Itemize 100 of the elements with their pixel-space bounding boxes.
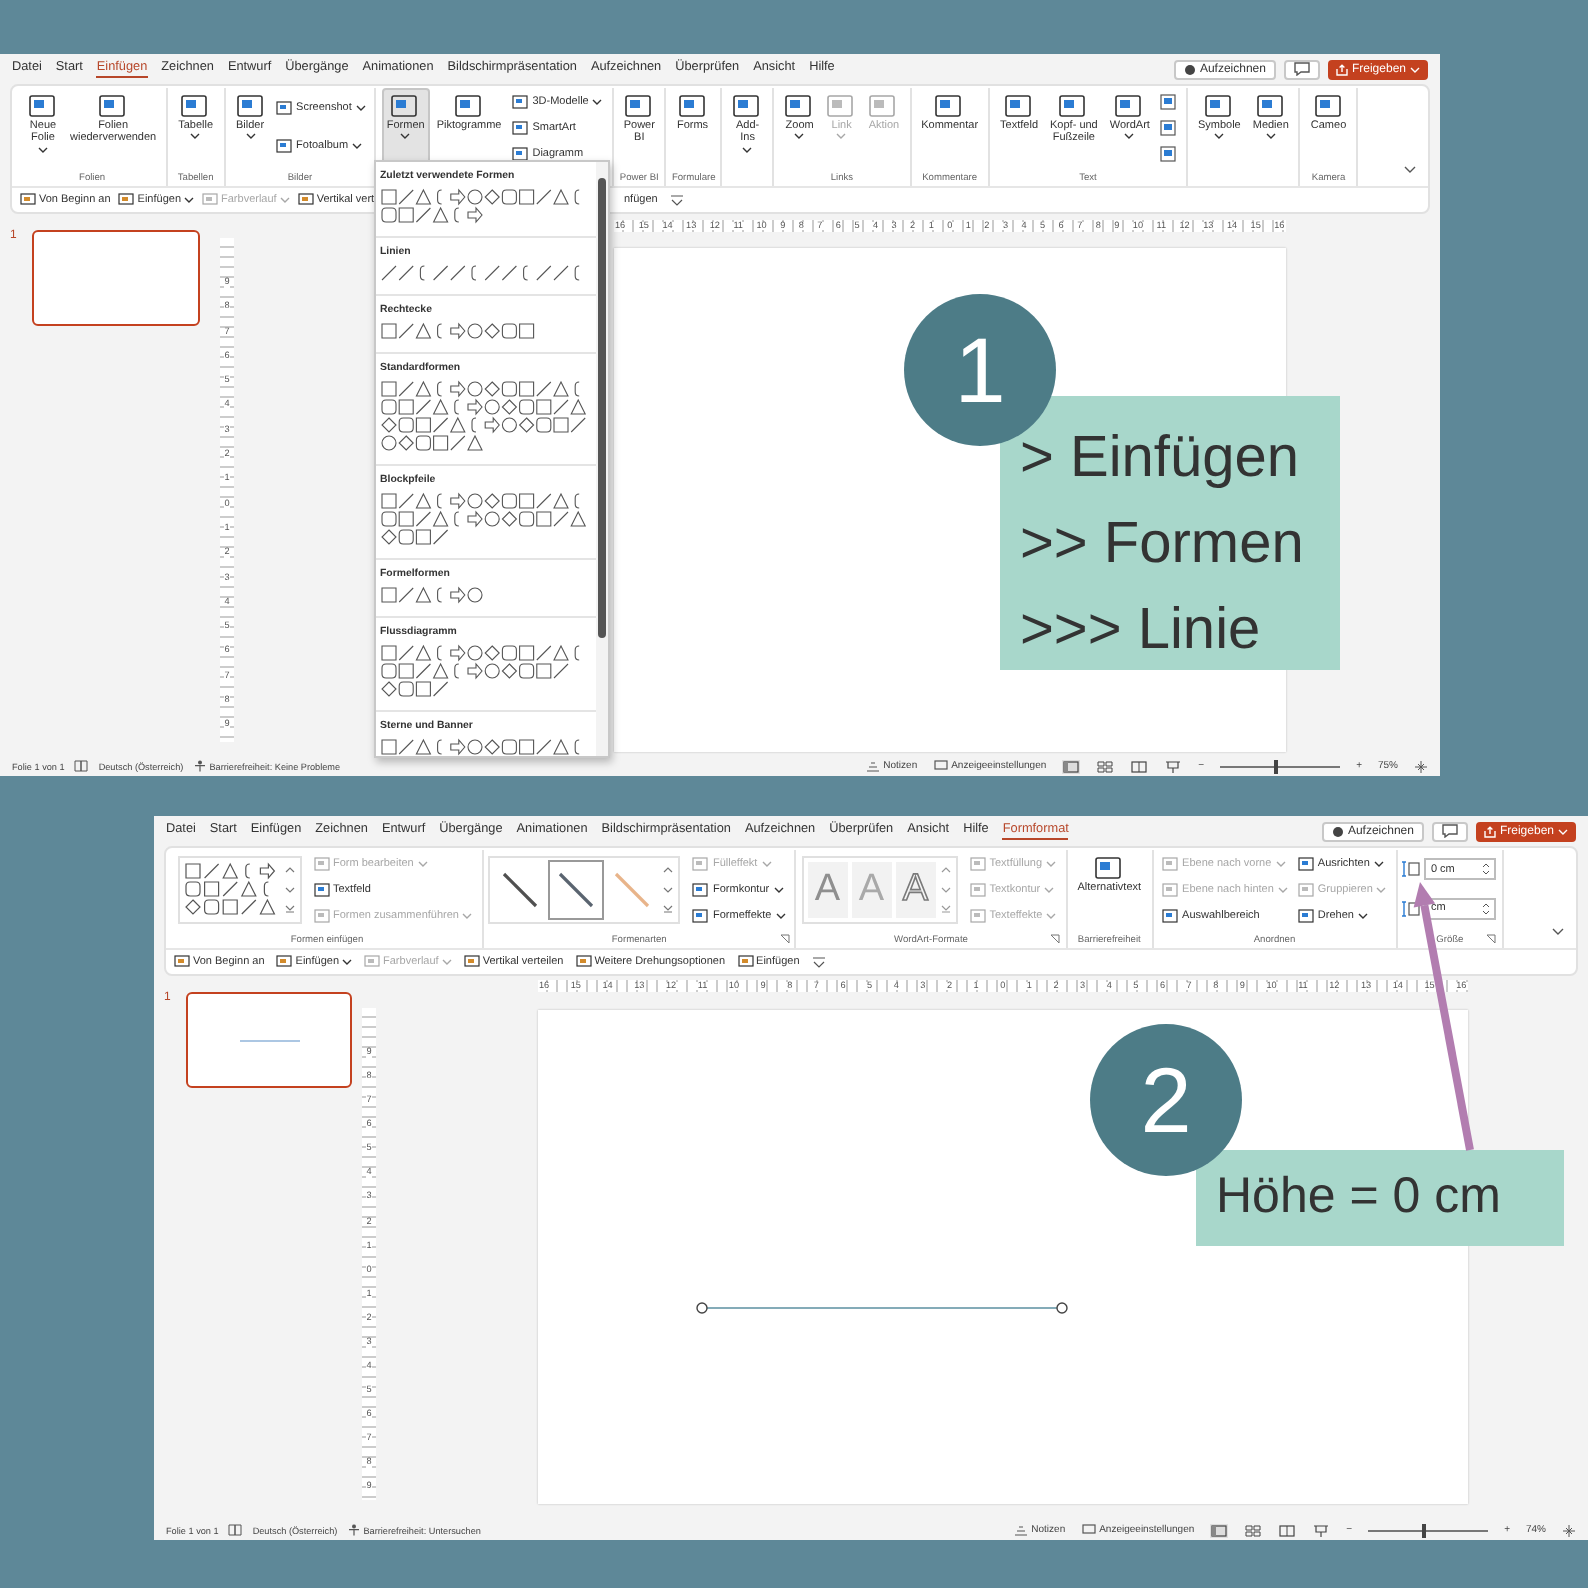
tool-icon (180, 92, 211, 120)
tool-icon (969, 855, 986, 871)
scroll-arrows-icon[interactable] (662, 862, 675, 918)
tool-icon (624, 92, 655, 120)
tool-icon (1204, 92, 1235, 120)
grid-view-icon[interactable] (1096, 759, 1115, 773)
tool-icon[interactable] (1156, 93, 1181, 109)
tool-icon (235, 92, 266, 120)
slider-thumb[interactable] (1274, 759, 1279, 773)
tool-icon (575, 954, 592, 970)
tool-icon (364, 954, 381, 970)
tool-icon (98, 92, 129, 120)
tool-icon (20, 192, 36, 208)
slide-thumbnail[interactable] (186, 992, 352, 1088)
grid-view-icon[interactable] (1244, 1523, 1263, 1537)
customize-icon[interactable] (669, 194, 684, 206)
line-style-swatch[interactable] (550, 862, 603, 918)
tool-icon (512, 93, 529, 109)
tool-icon (313, 907, 329, 923)
caret-icon (1410, 65, 1420, 73)
tool-icon (276, 99, 293, 116)
tool-icon (1255, 92, 1286, 120)
tool-icon (1162, 907, 1179, 923)
tool-icon (1162, 881, 1179, 897)
comments-button[interactable] (1431, 821, 1468, 841)
tool-icon (28, 92, 58, 120)
tool-icon (1004, 92, 1035, 120)
tool-icon (202, 192, 219, 208)
launcher-icon[interactable] (779, 934, 790, 944)
tool-icon (1058, 92, 1089, 120)
notes-icon (1013, 1525, 1028, 1535)
tool-icon (1162, 855, 1179, 871)
slider-thumb[interactable] (1422, 1523, 1427, 1537)
person-icon (347, 1524, 360, 1536)
monitor-icon (1081, 1524, 1096, 1536)
tool-icon (512, 145, 529, 161)
tool-icon (276, 954, 293, 970)
tool-icon (1297, 881, 1314, 897)
normal-view-icon[interactable] (1210, 1523, 1229, 1537)
dimension-icon (1402, 899, 1421, 918)
notes-icon (865, 761, 880, 771)
callout-text: >>> Linie (1020, 596, 1263, 664)
speech-bubble-icon (1441, 824, 1458, 838)
record-icon (1183, 63, 1196, 75)
presentation-icon[interactable] (1312, 1523, 1331, 1537)
share-icon (1483, 825, 1496, 837)
tool-icon (1297, 907, 1314, 923)
reading-view-icon[interactable] (1278, 1523, 1297, 1537)
tool-icon (463, 954, 480, 970)
dimension-icon (1402, 860, 1421, 879)
presentation-icon[interactable] (1164, 759, 1183, 773)
person-icon (193, 760, 206, 772)
reading-view-icon[interactable] (1130, 759, 1149, 773)
tool-icon (692, 855, 709, 871)
tool-icon (118, 192, 135, 208)
tool-icon (1313, 92, 1344, 120)
scroll-arrows-icon[interactable] (283, 862, 295, 918)
caret-icon (1558, 827, 1568, 835)
share-icon (1335, 63, 1348, 75)
book-icon[interactable] (228, 1524, 243, 1536)
line-drawing (239, 1037, 300, 1043)
tool-icon (390, 92, 421, 120)
normal-view-icon[interactable] (1062, 759, 1081, 773)
tool-icon (174, 954, 190, 970)
tool-icon (313, 855, 329, 871)
tool-icon (784, 92, 815, 120)
book-icon[interactable] (74, 760, 89, 772)
tool-icon (737, 954, 754, 970)
speech-bubble-icon (1293, 62, 1310, 76)
tool-icon (732, 92, 763, 120)
tool-icon (692, 907, 709, 923)
spinner-icon[interactable] (1482, 901, 1491, 916)
tool-icon (1094, 854, 1125, 882)
record-icon (1331, 825, 1344, 837)
tool-icon (297, 192, 314, 208)
fit-to-window-icon[interactable] (1414, 759, 1428, 773)
tool-icon (1114, 92, 1145, 120)
tool-icon (1297, 855, 1314, 871)
tool-icon (512, 119, 529, 135)
monitor-icon (933, 760, 948, 772)
customize-icon[interactable] (811, 956, 826, 968)
scrollbar[interactable] (596, 162, 608, 756)
tool-icon (692, 881, 709, 897)
tool-icon (313, 881, 329, 897)
launcher-icon[interactable] (1050, 934, 1061, 944)
fit-to-window-icon[interactable] (1562, 1523, 1576, 1537)
chevron-icon[interactable] (1552, 928, 1564, 936)
shape-gallery-drawing[interactable] (183, 862, 279, 918)
comments-button[interactable] (1283, 59, 1320, 79)
launcher-icon[interactable] (1486, 934, 1497, 944)
tool-icon (934, 92, 965, 120)
shape-gallery-drawing[interactable] (380, 380, 592, 454)
tool-icon (454, 92, 485, 120)
shape-gallery-drawing[interactable] (380, 492, 592, 548)
spinner-icon[interactable] (1482, 862, 1491, 877)
slide-thumbnail[interactable] (32, 230, 201, 326)
tool-icon (868, 92, 899, 120)
tool-icon[interactable] (1156, 119, 1181, 135)
chevron-icon[interactable] (1404, 166, 1416, 174)
tool-icon[interactable] (1156, 145, 1181, 161)
